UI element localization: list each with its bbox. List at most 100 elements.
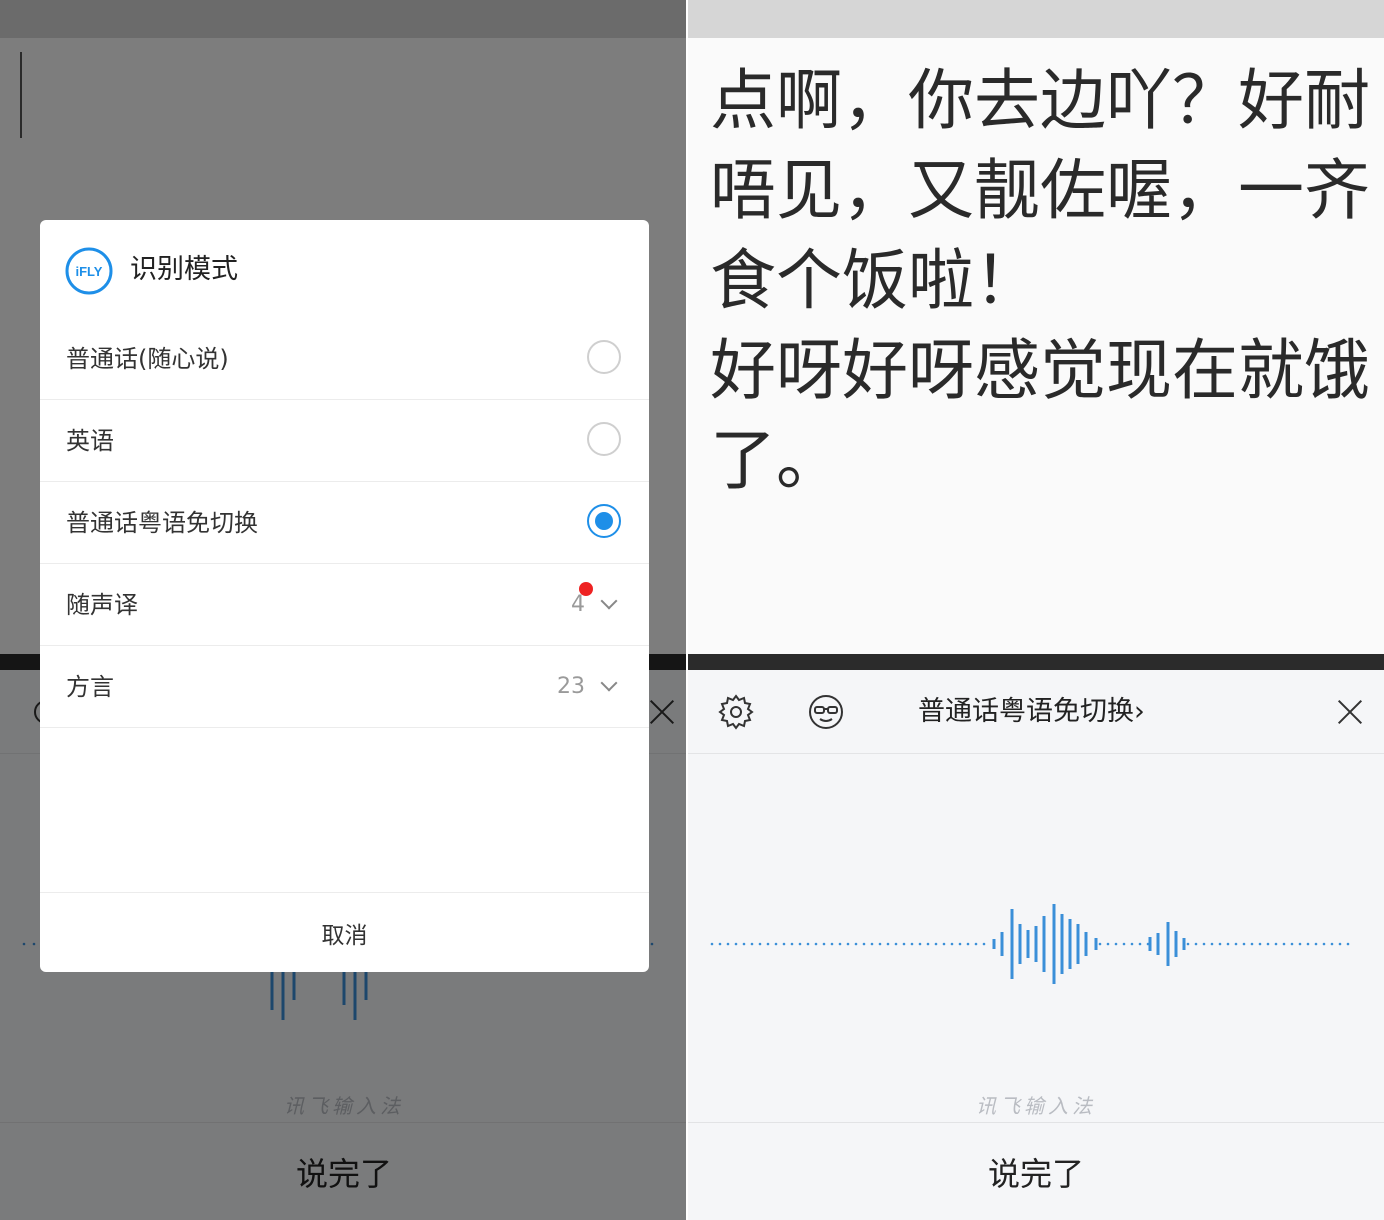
wave-dot	[1258, 942, 1262, 946]
cancel-button[interactable]: 取消	[40, 892, 649, 972]
wave-dot	[958, 942, 962, 946]
option-label: 普通话(随心说)	[66, 345, 229, 373]
wave-dot	[870, 942, 874, 946]
gear-icon[interactable]	[716, 692, 756, 732]
radio-unselected[interactable]	[587, 340, 621, 374]
svg-text:iFLY: iFLY	[76, 264, 103, 279]
radio-unselected[interactable]	[587, 422, 621, 456]
recognition-mode-selector[interactable]: 普通话粤语免切换›	[918, 692, 1145, 732]
wave-dot	[838, 942, 842, 946]
new-badge	[579, 582, 593, 596]
done-speaking-button[interactable]: 说完了	[688, 1122, 1384, 1220]
wave-dot	[750, 942, 754, 946]
right-screenshot: 点啊，你去边吖？好耐 唔见，又靓佐喔，一齐 食个饭啦！ 好呀好呀感觉现在就饿 了…	[688, 0, 1384, 1220]
wave-dot	[1098, 942, 1102, 946]
wave-dot	[1314, 942, 1318, 946]
option-label: 普通话粤语免切换	[66, 509, 258, 537]
wave-dot	[1202, 942, 1206, 946]
mode-option-translate[interactable]: 随声译 4	[40, 564, 649, 646]
close-icon[interactable]	[1330, 692, 1370, 732]
wave-dot	[1338, 942, 1342, 946]
text-line: 点啊，你去边吖？好耐	[710, 62, 1370, 139]
chevron-down-icon[interactable]	[600, 674, 618, 692]
mode-option-english[interactable]: 英语	[40, 400, 649, 482]
wave-dot	[926, 942, 930, 946]
wave-dot	[982, 942, 986, 946]
wave-dot	[1250, 942, 1254, 946]
wave-dot	[1242, 942, 1246, 946]
wave-dot	[846, 942, 850, 946]
wave-dot	[790, 942, 794, 946]
wave-dot	[734, 942, 738, 946]
option-label: 随声译	[66, 591, 138, 619]
wave-dot	[758, 942, 762, 946]
wave-dot	[966, 942, 970, 946]
wave-dot	[1306, 942, 1310, 946]
wave-dot	[1194, 942, 1198, 946]
option-label: 方言	[66, 673, 114, 701]
wave-dot	[742, 942, 746, 946]
voice-keyboard: 普通话粤语免切换› 讯飞输入法 说完了	[688, 670, 1384, 1220]
wave-dot	[1218, 942, 1222, 946]
left-screenshot: 讯飞输入法 说完了 iFLY 识别模式 普通话(随心说) 英语 普通话粤语免切换…	[0, 0, 688, 1220]
wave-dot	[1234, 942, 1238, 946]
wave-dot	[798, 942, 802, 946]
dialog-title: 识别模式	[130, 254, 238, 285]
option-label: 英语	[66, 427, 114, 455]
wave-dot	[1322, 942, 1326, 946]
wave-dot	[718, 942, 722, 946]
wave-dot	[1298, 942, 1302, 946]
wave-dot	[710, 942, 714, 946]
status-bar	[688, 0, 1384, 38]
wave-dot	[814, 942, 818, 946]
wave-dot	[766, 942, 770, 946]
wave-dot	[1274, 942, 1278, 946]
radio-selected[interactable]	[587, 504, 621, 538]
wave-dot	[934, 942, 938, 946]
text-editor[interactable]: 点啊，你去边吖？好耐 唔见，又靓佐喔，一齐 食个饭啦！ 好呀好呀感觉现在就饿 了…	[688, 38, 1384, 654]
wave-dot	[902, 942, 906, 946]
wave-dot	[862, 942, 866, 946]
keyboard-top-edge	[688, 654, 1384, 670]
wave-dot	[774, 942, 778, 946]
wave-dot	[1130, 942, 1134, 946]
dialog-header: iFLY 识别模式	[40, 220, 649, 318]
ime-brand: 讯飞输入法	[976, 1094, 1096, 1118]
text-line: 了。	[710, 422, 842, 499]
recognized-text: 点啊，你去边吖？好耐 唔见，又靓佐喔，一齐 食个饭啦！ 好呀好呀感觉现在就饿 了…	[710, 56, 1370, 506]
wave-dot	[1282, 942, 1286, 946]
voice-waveform	[710, 904, 1350, 984]
wave-dot	[1186, 942, 1190, 946]
mode-option-dialect[interactable]: 方言 23	[40, 646, 649, 728]
wave-dot	[726, 942, 730, 946]
wave-dot	[918, 942, 922, 946]
wave-dot	[1290, 942, 1294, 946]
mode-option-mandarin[interactable]: 普通话(随心说)	[40, 318, 649, 400]
wave-dot	[822, 942, 826, 946]
text-line: 食个饭啦！	[710, 242, 1040, 319]
wave-dot	[1330, 942, 1334, 946]
recognition-mode-dialog: iFLY 识别模式 普通话(随心说) 英语 普通话粤语免切换 随声译 4 方言 …	[40, 220, 649, 972]
wave-dot	[1122, 942, 1126, 946]
wave-dot	[1106, 942, 1110, 946]
glasses-face-icon[interactable]	[806, 692, 846, 732]
wave-dot	[878, 942, 882, 946]
dialect-count: 23	[557, 674, 585, 699]
wave-dot	[894, 942, 898, 946]
wave-dot	[910, 942, 914, 946]
wave-dot	[886, 942, 890, 946]
wave-dot	[942, 942, 946, 946]
wave-dot	[830, 942, 834, 946]
keyboard-toolbar: 普通话粤语免切换›	[688, 670, 1384, 754]
wave-dot	[1138, 942, 1142, 946]
chevron-down-icon[interactable]	[600, 592, 618, 610]
wave-dot	[1226, 942, 1230, 946]
wave-dot	[782, 942, 786, 946]
wave-dot	[950, 942, 954, 946]
wave-dot	[1266, 942, 1270, 946]
wave-dot	[974, 942, 978, 946]
mode-option-mandarin-cantonese[interactable]: 普通话粤语免切换	[40, 482, 649, 564]
wave-dot	[1114, 942, 1118, 946]
wave-dot	[806, 942, 810, 946]
wave-dot	[1346, 942, 1350, 946]
